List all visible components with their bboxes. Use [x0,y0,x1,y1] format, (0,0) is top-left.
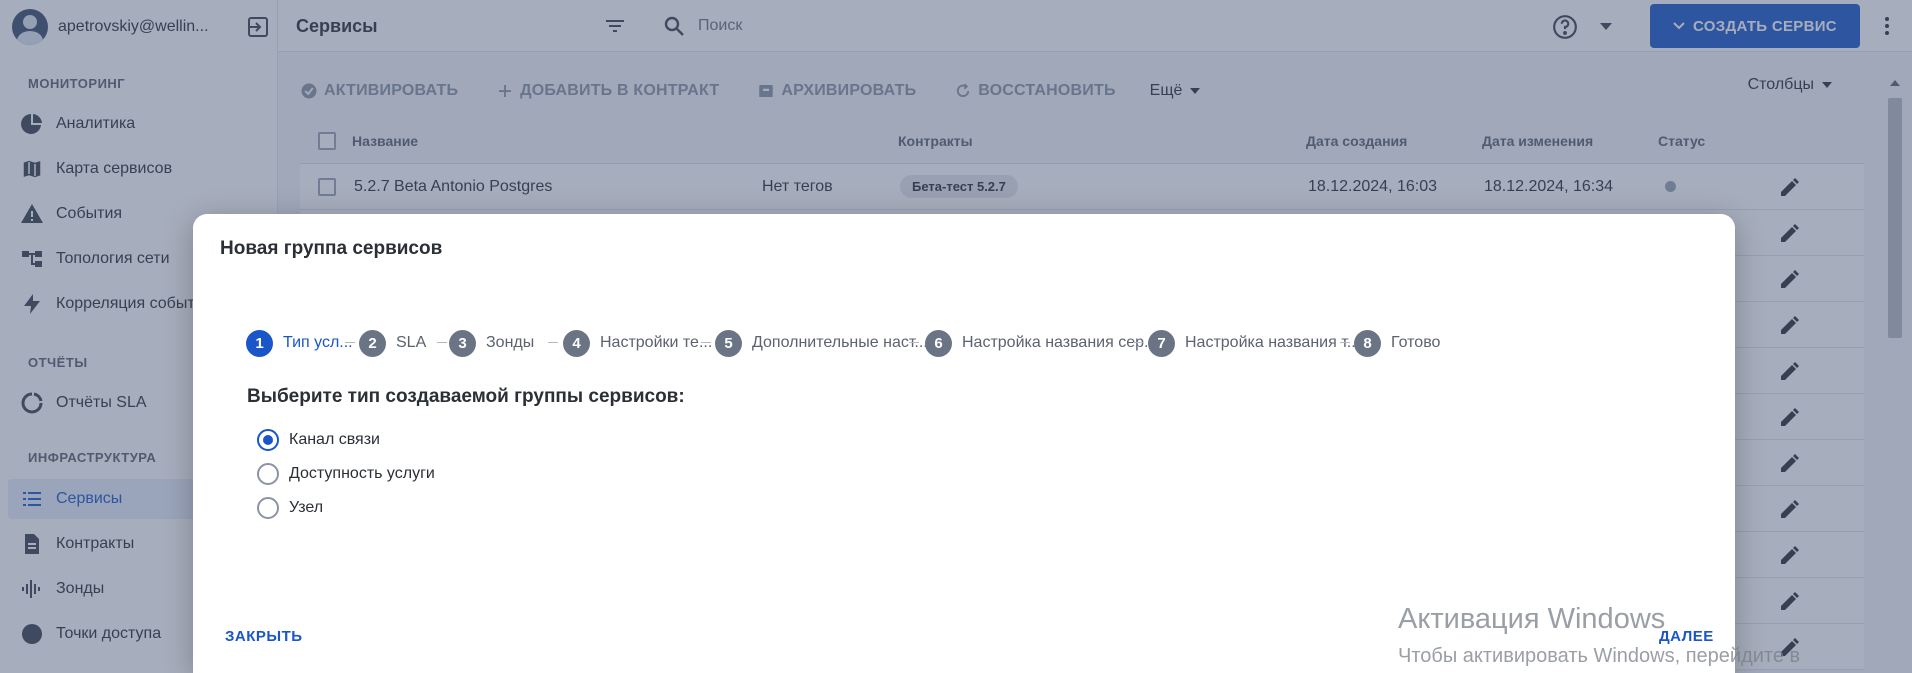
step-number: 6 [925,329,952,357]
radio-option-channel[interactable]: Канал связи [257,428,380,452]
dialog-title: Новая группа сервисов [220,238,443,259]
step-number: 3 [449,329,476,357]
step-label: Настройка названия т... [1185,334,1361,351]
radio-label[interactable]: Канал связи [289,431,380,449]
step-2[interactable]: 2 SLA [359,328,426,358]
step-1[interactable]: 1 Тип усл... [246,328,353,358]
step-separator [909,342,919,343]
step-label: Готово [1391,334,1441,351]
next-button[interactable]: ДАЛЕЕ [1659,628,1714,645]
step-separator [701,342,711,343]
step-separator [437,342,447,343]
step-separator [345,342,355,343]
step-number: 7 [1148,329,1175,357]
radio-option-availability[interactable]: Доступность услуги [257,462,435,486]
step-6[interactable]: 6 Настройка названия сер... [925,328,1157,358]
step-number: 2 [359,329,386,357]
step-5[interactable]: 5 Дополнительные наст... [715,328,928,358]
radio-label[interactable]: Доступность услуги [289,465,435,483]
windows-activation-watermark-text: Чтобы активировать Windows, перейдите в [1398,645,1801,667]
group-type-question: Выберите тип создаваемой группы сервисов… [247,386,685,407]
close-button[interactable]: ЗАКРЫТЬ [225,628,303,645]
step-separator [548,342,558,343]
radio-option-node[interactable]: Узел [257,496,323,520]
radio-button[interactable] [257,497,279,519]
step-separator [1133,342,1143,343]
windows-activation-watermark-title: Активация Windows [1398,603,1666,635]
step-label: Зонды [486,334,535,351]
wizard-stepper: 1 Тип усл... 2 SLA 3 Зонды 4 Настройки т… [246,328,1706,358]
step-number: 1 [246,329,273,357]
step-number: 5 [715,329,742,357]
step-label: SLA [396,334,427,351]
radio-button[interactable] [257,429,279,451]
radio-button[interactable] [257,463,279,485]
step-label: Тип усл... [283,334,353,351]
step-4[interactable]: 4 Настройки те... [563,328,712,358]
step-3[interactable]: 3 Зонды [449,328,534,358]
step-label: Настройка названия сер... [962,334,1158,351]
step-number: 4 [563,329,590,357]
radio-label[interactable]: Узел [289,499,323,517]
step-label: Настройки те... [600,334,713,351]
step-8[interactable]: 8 Готово [1354,328,1440,358]
step-number: 8 [1354,329,1381,357]
step-7[interactable]: 7 Настройка названия т... [1148,328,1360,358]
step-label: Дополнительные наст... [752,334,928,351]
step-separator [1340,342,1350,343]
